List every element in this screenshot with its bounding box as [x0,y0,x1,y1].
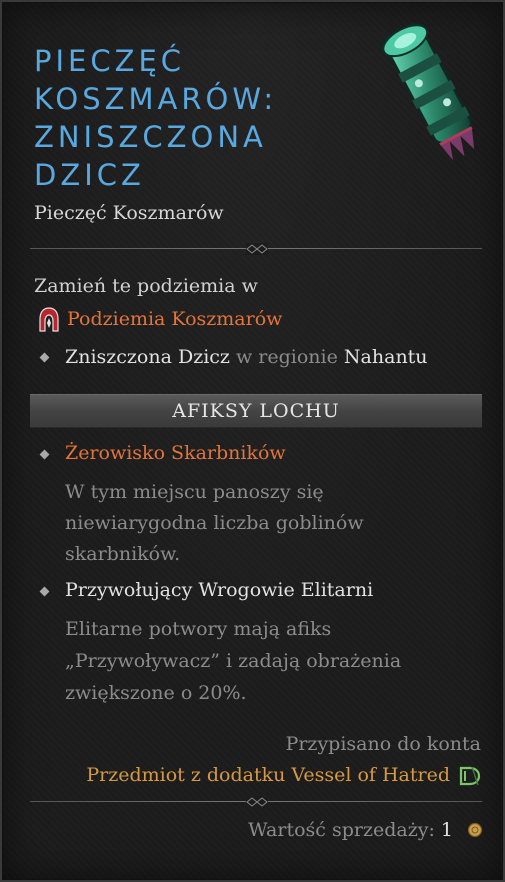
item-tooltip: PIECZĘĆ KOSZMARÓW: ZNISZCZONA DZICZ Piec… [0,0,505,882]
affixes-header-label: AFIKSY LOCHU [172,400,340,422]
affix-desc-line: Elitarne potwory mają afiks [65,618,332,640]
item-title-line: KOSZMARÓW: [34,82,278,116]
affix-name: Żerowisko Skarbników [65,442,286,464]
item-title-line: DZICZ [34,158,145,192]
affix-desc-line: „Przywoływacz” i zadają obrażenia [65,650,402,672]
bullet-icon [39,449,50,460]
region-name: Nahantu [343,346,428,368]
affix-desc-line: W tym miejscu panoszy się [65,481,324,503]
dungeon-location: Zniszczona Dzicz w regionie Nahantu [65,346,428,368]
affix-desc-line: skarbników. [65,543,181,565]
affix-desc-line: niewiarygodna liczba goblinów [65,512,364,534]
account-bound-label: Przypisano do konta [285,733,481,755]
affix-desc-line: zwiększone o 20%. [65,682,247,704]
divider [30,243,482,255]
sell-value: Wartość sprzedaży: 1 [248,819,453,841]
item-type: Pieczęć Koszmarów [34,202,224,224]
gold-coin-icon [467,822,483,838]
dungeon-name: Zniszczona Dzicz [65,346,230,368]
bullet-icon [39,586,50,597]
nightmare-dungeon-icon [39,307,59,332]
expansion-label: Przedmiot z dodatku Vessel of Hatred [86,764,450,786]
item-title-line: PIECZĘĆ [34,44,186,78]
divider [30,796,482,808]
nightmare-sigil-icon [382,22,475,161]
transform-target: Podziemia Koszmarów [67,308,283,330]
affixes-header: AFIKSY LOCHU [30,394,482,428]
affix-name: Przywołujący Wrogowie Elitarni [65,579,374,601]
vessel-of-hatred-icon [459,766,481,786]
transform-intro: Zamień te podziemia w [34,275,258,297]
sell-value-label: Wartość sprzedaży: [248,819,435,841]
item-title: PIECZĘĆ KOSZMARÓW: ZNISZCZONA DZICZ [34,42,364,194]
item-title-line: ZNISZCZONA [34,120,267,154]
sell-value-amount: 1 [440,819,453,841]
region-preposition: w regionie [236,346,338,368]
bullet-icon [39,352,50,363]
